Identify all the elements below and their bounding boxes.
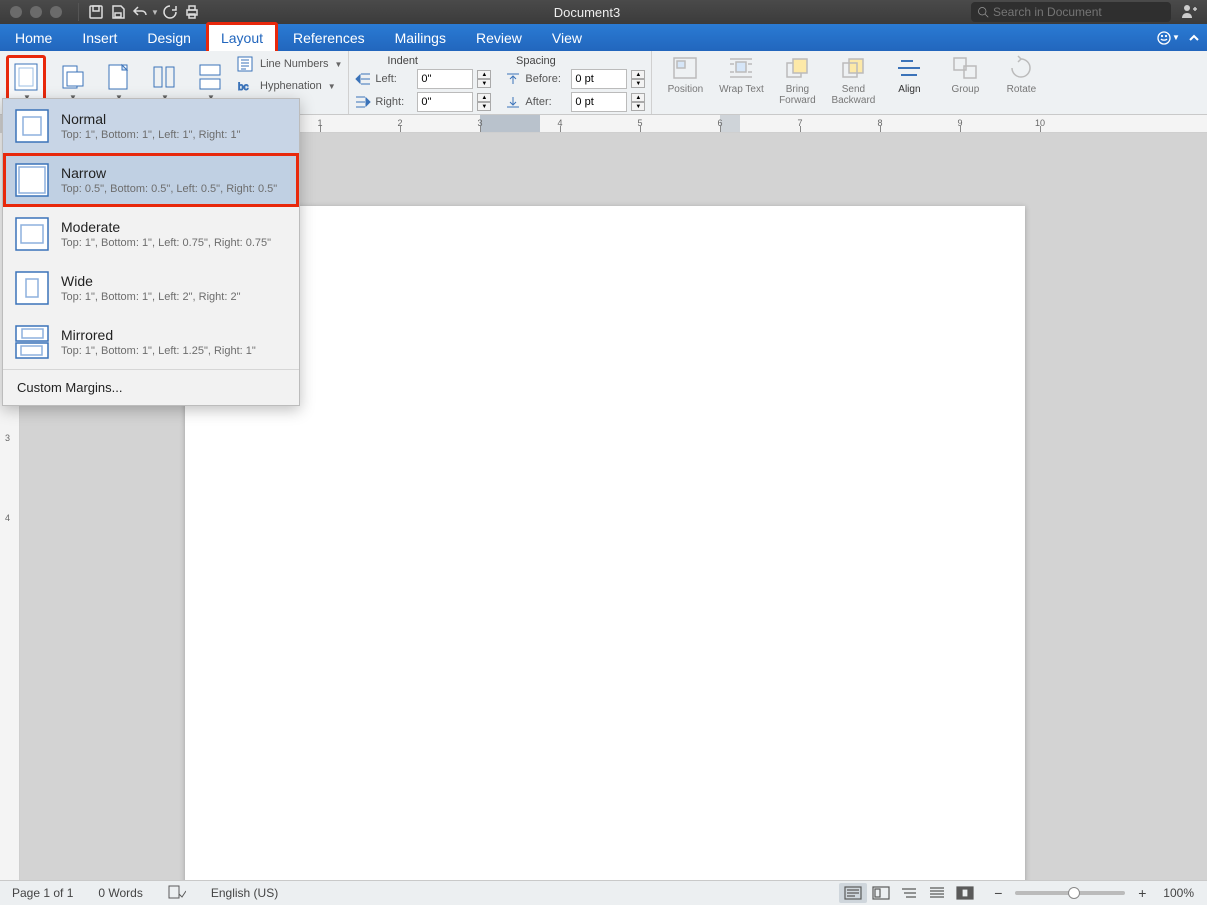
undo-icon[interactable] xyxy=(129,1,151,23)
tab-view[interactable]: View xyxy=(537,24,597,51)
feedback-icon[interactable]: ▼ xyxy=(1155,24,1181,51)
margin-option-normal[interactable]: NormalTop: 1", Bottom: 1", Left: 1", Rig… xyxy=(3,99,299,153)
before-label: Before: xyxy=(525,73,567,85)
margin-option-wide[interactable]: WideTop: 1", Bottom: 1", Left: 2", Right… xyxy=(3,261,299,315)
spacing-before-icon xyxy=(505,72,521,86)
rotate-button[interactable]: Rotate xyxy=(998,55,1044,95)
paragraph-group: Indent Spacing Left: ▲▼ Before: ▲▼ Right… xyxy=(349,51,652,114)
indent-left-icon xyxy=(355,72,371,86)
status-words[interactable]: 0 Words xyxy=(86,886,155,900)
hyphenation-label: Hyphenation xyxy=(260,80,322,92)
share-icon[interactable] xyxy=(1177,4,1201,21)
save-icon[interactable] xyxy=(107,1,129,23)
spacing-before-input[interactable] xyxy=(571,69,627,89)
zoom-out-button[interactable]: − xyxy=(989,885,1007,901)
print-icon[interactable] xyxy=(181,1,203,23)
spacing-after-icon xyxy=(505,95,521,109)
svg-text:bc: bc xyxy=(238,82,249,93)
view-outline-icon[interactable] xyxy=(895,883,923,903)
status-bar: Page 1 of 1 0 Words English (US) − + 100… xyxy=(0,880,1207,905)
page[interactable] xyxy=(185,206,1025,880)
search-input[interactable] xyxy=(993,5,1165,19)
status-spellcheck-icon[interactable] xyxy=(156,885,199,902)
titlebar: ▼ Document3 xyxy=(0,0,1207,24)
spacing-after-input[interactable] xyxy=(571,92,627,112)
zoom-level[interactable]: 100% xyxy=(1151,886,1207,900)
line-numbers-label: Line Numbers xyxy=(260,58,328,70)
send-backward-button[interactable]: Send Backward xyxy=(830,55,876,106)
after-label: After: xyxy=(525,96,567,108)
zoom-slider[interactable] xyxy=(1015,891,1125,895)
view-focus-icon[interactable] xyxy=(951,883,979,903)
position-button[interactable]: Position xyxy=(662,55,708,95)
wrap-text-button[interactable]: Wrap Text xyxy=(718,55,764,95)
tab-layout[interactable]: Layout xyxy=(206,22,278,51)
window-controls[interactable] xyxy=(0,6,72,18)
bring-forward-button[interactable]: Bring Forward xyxy=(774,55,820,106)
tab-insert[interactable]: Insert xyxy=(67,24,132,51)
indent-left-up[interactable]: ▲ xyxy=(477,70,491,79)
search-box[interactable] xyxy=(971,2,1171,22)
tab-references[interactable]: References xyxy=(278,24,380,51)
autosave-icon[interactable] xyxy=(85,1,107,23)
zoom-in-button[interactable]: + xyxy=(1133,885,1151,901)
indent-right-down[interactable]: ▼ xyxy=(477,102,491,111)
indent-right-input[interactable] xyxy=(417,92,473,112)
redo-icon[interactable] xyxy=(159,1,181,23)
spacing-before-down[interactable]: ▼ xyxy=(631,79,645,88)
view-print-layout-icon[interactable] xyxy=(839,883,867,903)
indent-right-icon xyxy=(355,95,371,109)
left-label: Left: xyxy=(375,73,413,85)
right-label: Right: xyxy=(375,96,413,108)
spacing-after-up[interactable]: ▲ xyxy=(631,93,645,102)
view-draft-icon[interactable] xyxy=(923,883,951,903)
tab-design[interactable]: Design xyxy=(132,24,206,51)
custom-margins-button[interactable]: Custom Margins... xyxy=(3,370,299,405)
tab-home[interactable]: Home xyxy=(0,24,67,51)
ribbon-tabs: Home Insert Design Layout References Mai… xyxy=(0,24,1207,51)
spacing-before-up[interactable]: ▲ xyxy=(631,70,645,79)
align-button[interactable]: Align xyxy=(886,55,932,95)
margin-option-mirrored[interactable]: MirroredTop: 1", Bottom: 1", Left: 1.25"… xyxy=(3,315,299,369)
margins-dropdown: NormalTop: 1", Bottom: 1", Left: 1", Rig… xyxy=(2,98,300,406)
view-web-layout-icon[interactable] xyxy=(867,883,895,903)
arrange-group: Position Wrap Text Bring Forward Send Ba… xyxy=(652,51,1054,114)
tab-mailings[interactable]: Mailings xyxy=(380,24,461,51)
tab-review[interactable]: Review xyxy=(461,24,537,51)
indent-left-down[interactable]: ▼ xyxy=(477,79,491,88)
spacing-heading: Spacing xyxy=(516,55,556,67)
indent-right-up[interactable]: ▲ xyxy=(477,93,491,102)
hyphenation-button[interactable]: bc Hyphenation▼ xyxy=(236,77,336,95)
margin-option-moderate[interactable]: ModerateTop: 1", Bottom: 1", Left: 0.75"… xyxy=(3,207,299,261)
status-page[interactable]: Page 1 of 1 xyxy=(0,886,86,900)
document-title: Document3 xyxy=(203,5,971,20)
status-language[interactable]: English (US) xyxy=(199,886,291,900)
indent-left-input[interactable] xyxy=(417,69,473,89)
margin-option-narrow[interactable]: NarrowTop: 0.5", Bottom: 0.5", Left: 0.5… xyxy=(3,153,299,207)
indent-heading: Indent xyxy=(387,55,418,67)
line-numbers-button[interactable]: Line Numbers▼ xyxy=(236,55,342,73)
spacing-after-down[interactable]: ▼ xyxy=(631,102,645,111)
group-button[interactable]: Group xyxy=(942,55,988,95)
collapse-ribbon-icon[interactable] xyxy=(1181,24,1207,51)
